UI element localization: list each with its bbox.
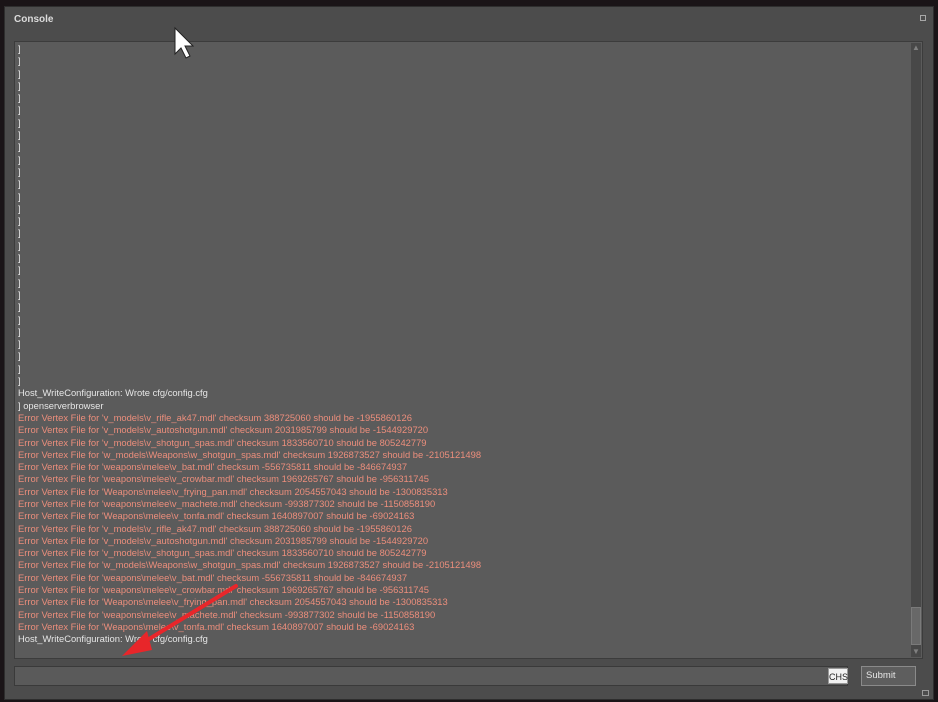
command-input[interactable] <box>15 667 847 685</box>
log-line: ] <box>18 178 21 190</box>
log-line-error: Error Vertex File for 'v_models\v_autosh… <box>18 424 429 436</box>
log-line-error: Error Vertex File for 'v_models\v_rifle_… <box>18 411 412 423</box>
log-line: ] openserverbrowser <box>18 399 104 411</box>
scroll-thumb[interactable] <box>911 607 921 645</box>
log-line: ] <box>18 67 21 79</box>
log-line-error: Error Vertex File for 'Weapons\melee\v_f… <box>18 596 448 608</box>
log-line: ] <box>18 190 21 202</box>
log-line: ] <box>18 43 21 54</box>
log-line: ] <box>18 313 21 325</box>
log-line: ] <box>18 129 21 141</box>
log-line: Host_WriteConfiguration: Wrote cfg/confi… <box>18 633 208 645</box>
console-log[interactable]: ]]]]]]]]]]]]]]]]]]]]]]]]]]]] Host_WriteCo… <box>14 41 923 659</box>
scroll-up-arrow-icon[interactable]: ▲ <box>911 43 921 53</box>
log-scrollbar[interactable]: ▲ ▼ <box>911 43 921 657</box>
log-line-error: Error Vertex File for 'w_models\Weapons\… <box>18 559 482 571</box>
log-line-error: Error Vertex File for 'weapons\melee\v_m… <box>18 497 436 509</box>
log-line: ] <box>18 338 21 350</box>
submit-button[interactable]: Submit <box>861 666 916 686</box>
log-line-error: Error Vertex File for 'weapons\melee\v_b… <box>18 571 408 583</box>
log-line: ] <box>18 288 21 300</box>
log-line-error: Error Vertex File for 'w_models\Weapons\… <box>18 448 482 460</box>
log-line: Host_WriteConfiguration: Wrote cfg/confi… <box>18 387 208 399</box>
log-line: ] <box>18 264 21 276</box>
command-input-box[interactable] <box>14 666 848 686</box>
log-line-error: Error Vertex File for 'Weapons\melee\v_t… <box>18 510 415 522</box>
scroll-down-arrow-icon[interactable]: ▼ <box>911 647 921 657</box>
log-line: ] <box>18 325 21 337</box>
log-line-error: Error Vertex File for 'weapons\melee\v_m… <box>18 608 436 620</box>
log-line-error: Error Vertex File for 'v_models\v_autosh… <box>18 534 429 546</box>
log-line: ] <box>18 104 21 116</box>
log-line: ] <box>18 141 21 153</box>
log-line: ] <box>18 227 21 239</box>
window-title: Console <box>14 14 54 25</box>
maximize-icon[interactable] <box>920 15 926 21</box>
ime-indicator[interactable]: CHS <box>828 668 848 684</box>
log-line: ] <box>18 92 21 104</box>
log-line: ] <box>18 202 21 214</box>
log-line-error: Error Vertex File for 'weapons\melee\v_c… <box>18 473 429 485</box>
log-line: ] <box>18 165 21 177</box>
log-line: ] <box>18 375 21 387</box>
log-line-error: Error Vertex File for 'v_models\v_rifle_… <box>18 522 412 534</box>
log-line: ] <box>18 350 21 362</box>
log-line-error: Error Vertex File for 'weapons\melee\v_c… <box>18 584 429 596</box>
log-line: ] <box>18 79 21 91</box>
log-line-error: Error Vertex File for 'v_models\v_shotgu… <box>18 436 427 448</box>
log-line: ] <box>18 252 21 264</box>
log-line-error: Error Vertex File for 'v_models\v_shotgu… <box>18 547 427 559</box>
log-line: ] <box>18 153 21 165</box>
log-line-error: Error Vertex File for 'Weapons\melee\v_f… <box>18 485 448 497</box>
log-line: ] <box>18 116 21 128</box>
log-line: ] <box>18 276 21 288</box>
log-line: ] <box>18 55 21 67</box>
resize-grip-icon[interactable] <box>922 690 929 696</box>
log-line-error: Error Vertex File for 'weapons\melee\v_b… <box>18 461 408 473</box>
log-lines: ]]]]]]]]]]]]]]]]]]]]]]]]]]]] Host_WriteCo… <box>18 43 908 646</box>
log-line: ] <box>18 215 21 227</box>
log-line-error: Error Vertex File for 'Weapons\melee\v_t… <box>18 620 415 632</box>
log-line: ] <box>18 362 21 374</box>
log-line: ] <box>18 239 21 251</box>
console-window: Console ]]]]]]]]]]]]]]]]]]]]]]]]]]]] Host… <box>4 6 934 700</box>
log-line: ] <box>18 301 21 313</box>
